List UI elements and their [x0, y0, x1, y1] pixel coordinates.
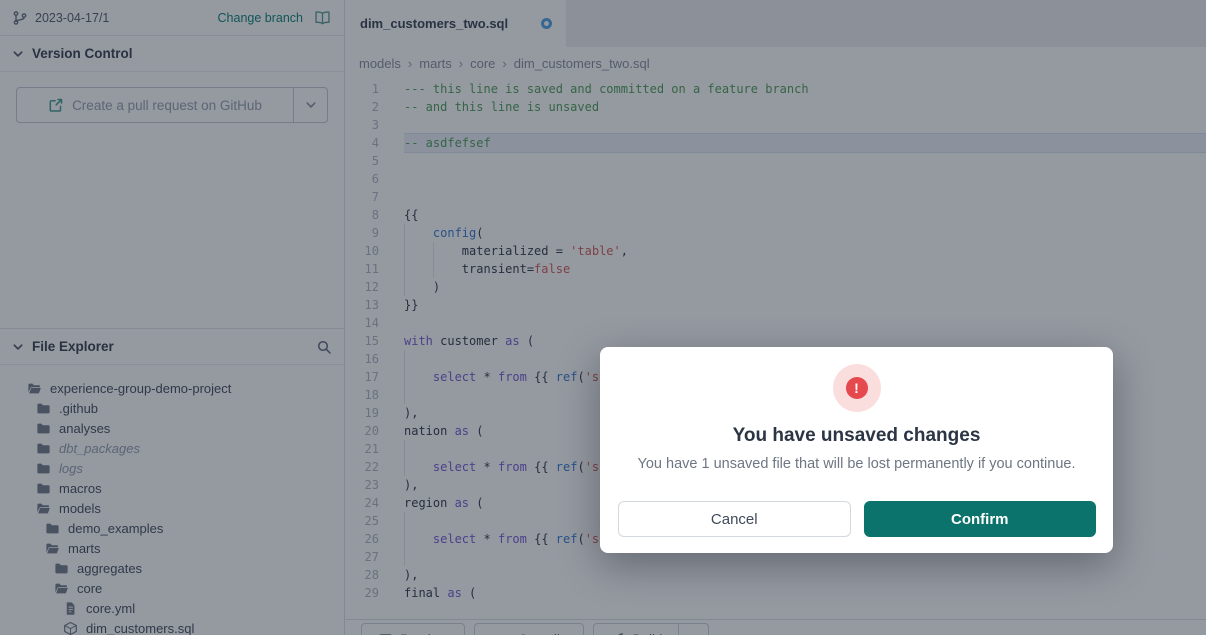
confirm-button[interactable]: Confirm [864, 501, 1097, 537]
alert-exclamation-icon: ! [846, 377, 868, 399]
cancel-button[interactable]: Cancel [618, 501, 851, 537]
modal-title: You have unsaved changes [600, 425, 1113, 447]
modal-actions: Cancel Confirm [618, 501, 1096, 537]
alert-icon-circle: ! [833, 364, 881, 412]
unsaved-changes-modal: ! You have unsaved changes You have 1 un… [600, 347, 1113, 553]
dbt-cloud-ide: 2023-04-17/1 Change branch Version Contr… [0, 0, 1206, 635]
modal-message: You have 1 unsaved file that will be los… [600, 456, 1113, 472]
